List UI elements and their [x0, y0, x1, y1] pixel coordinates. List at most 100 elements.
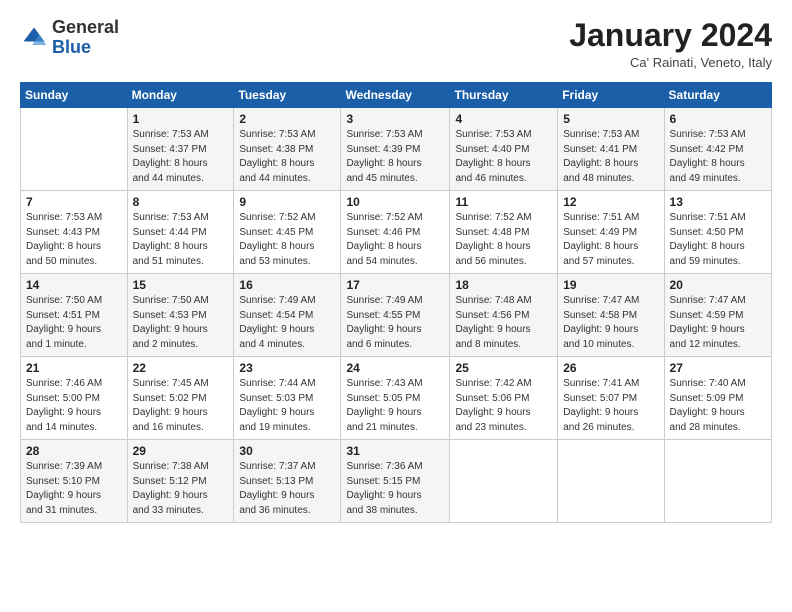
calendar-day-cell — [450, 440, 558, 523]
day-number: 22 — [133, 361, 229, 375]
weekday-header-cell: Saturday — [664, 83, 771, 108]
calendar-day-cell — [21, 108, 128, 191]
day-info: Sunrise: 7:52 AMSunset: 4:48 PMDaylight:… — [455, 211, 552, 269]
day-info: Sunrise: 7:52 AMSunset: 4:46 PMDaylight:… — [346, 211, 444, 269]
calendar-week-row: 1 Sunrise: 7:53 AMSunset: 4:37 PMDaylight… — [21, 108, 772, 191]
day-info: Sunrise: 7:48 AMSunset: 4:56 PMDaylight:… — [455, 294, 552, 352]
day-number: 5 — [563, 112, 658, 126]
day-info: Sunrise: 7:49 AMSunset: 4:54 PMDaylight:… — [239, 294, 335, 352]
day-info: Sunrise: 7:39 AMSunset: 5:10 PMDaylight:… — [26, 460, 122, 518]
calendar-day-cell: 31Sunrise: 7:36 AMSunset: 5:15 PMDayligh… — [341, 440, 450, 523]
day-number: 8 — [133, 195, 229, 209]
day-number: 3 — [346, 112, 444, 126]
day-number: 1 — [133, 112, 229, 126]
calendar-day-cell: 21 Sunrise: 7:46 AMSunset: 5:00 PMDayligh… — [21, 357, 128, 440]
calendar-day-cell: 11 Sunrise: 7:52 AMSunset: 4:48 PMDayligh… — [450, 191, 558, 274]
day-info: Sunrise: 7:44 AMSunset: 5:03 PMDaylight:… — [239, 377, 335, 435]
calendar-day-cell: 24Sunrise: 7:43 AMSunset: 5:05 PMDayligh… — [341, 357, 450, 440]
calendar-day-cell: 4 Sunrise: 7:53 AMSunset: 4:40 PMDaylight… — [450, 108, 558, 191]
day-info: Sunrise: 7:37 AMSunset: 5:13 PMDaylight:… — [239, 460, 335, 518]
calendar-day-cell: 12 Sunrise: 7:51 AMSunset: 4:49 PMDayligh… — [558, 191, 664, 274]
calendar-body: 1 Sunrise: 7:53 AMSunset: 4:37 PMDaylight… — [21, 108, 772, 523]
logo: General Blue — [20, 18, 119, 58]
day-number: 19 — [563, 278, 658, 292]
calendar-day-cell: 6 Sunrise: 7:53 AMSunset: 4:42 PMDaylight… — [664, 108, 771, 191]
day-number: 11 — [455, 195, 552, 209]
calendar-header: SundayMondayTuesdayWednesdayThursdayFrid… — [21, 83, 772, 108]
weekday-header-cell: Wednesday — [341, 83, 450, 108]
calendar-day-cell — [664, 440, 771, 523]
day-info: Sunrise: 7:40 AMSunset: 5:09 PMDaylight:… — [670, 377, 766, 435]
weekday-header-cell: Monday — [127, 83, 234, 108]
day-number: 7 — [26, 195, 122, 209]
day-info: Sunrise: 7:52 AMSunset: 4:45 PMDaylight:… — [239, 211, 335, 269]
day-number: 30 — [239, 444, 335, 458]
day-number: 17 — [346, 278, 444, 292]
calendar-day-cell: 18 Sunrise: 7:48 AMSunset: 4:56 PMDayligh… — [450, 274, 558, 357]
day-number: 14 — [26, 278, 122, 292]
day-info: Sunrise: 7:51 AMSunset: 4:49 PMDaylight:… — [563, 211, 658, 269]
day-number: 6 — [670, 112, 766, 126]
day-info: Sunrise: 7:53 AMSunset: 4:44 PMDaylight:… — [133, 211, 229, 269]
title-block: January 2024 Ca' Rainati, Veneto, Italy — [569, 18, 772, 70]
day-info: Sunrise: 7:53 AMSunset: 4:37 PMDaylight:… — [133, 128, 229, 186]
calendar-day-cell: 29 Sunrise: 7:38 AMSunset: 5:12 PMDayligh… — [127, 440, 234, 523]
day-info: Sunrise: 7:50 AMSunset: 4:53 PMDaylight:… — [133, 294, 229, 352]
day-number: 21 — [26, 361, 122, 375]
day-info: Sunrise: 7:38 AMSunset: 5:12 PMDaylight:… — [133, 460, 229, 518]
calendar-day-cell: 16 Sunrise: 7:49 AMSunset: 4:54 PMDayligh… — [234, 274, 341, 357]
day-info: Sunrise: 7:47 AMSunset: 4:58 PMDaylight:… — [563, 294, 658, 352]
day-number: 26 — [563, 361, 658, 375]
day-info: Sunrise: 7:53 AMSunset: 4:43 PMDaylight:… — [26, 211, 122, 269]
day-info: Sunrise: 7:53 AMSunset: 4:42 PMDaylight:… — [670, 128, 766, 186]
weekday-header-cell: Sunday — [21, 83, 128, 108]
page: General Blue January 2024 Ca' Rainati, V… — [0, 0, 792, 612]
calendar-day-cell: 22 Sunrise: 7:45 AMSunset: 5:02 PMDayligh… — [127, 357, 234, 440]
logo-blue-text: Blue — [52, 37, 91, 57]
day-number: 27 — [670, 361, 766, 375]
calendar-week-row: 14 Sunrise: 7:50 AMSunset: 4:51 PMDayligh… — [21, 274, 772, 357]
day-number: 20 — [670, 278, 766, 292]
day-info: Sunrise: 7:45 AMSunset: 5:02 PMDaylight:… — [133, 377, 229, 435]
calendar-day-cell: 17Sunrise: 7:49 AMSunset: 4:55 PMDayligh… — [341, 274, 450, 357]
day-info: Sunrise: 7:46 AMSunset: 5:00 PMDaylight:… — [26, 377, 122, 435]
calendar-week-row: 21 Sunrise: 7:46 AMSunset: 5:00 PMDayligh… — [21, 357, 772, 440]
month-title: January 2024 — [569, 18, 772, 53]
day-number: 15 — [133, 278, 229, 292]
day-info: Sunrise: 7:42 AMSunset: 5:06 PMDaylight:… — [455, 377, 552, 435]
day-info: Sunrise: 7:51 AMSunset: 4:50 PMDaylight:… — [670, 211, 766, 269]
calendar-day-cell: 19 Sunrise: 7:47 AMSunset: 4:58 PMDayligh… — [558, 274, 664, 357]
day-number: 12 — [563, 195, 658, 209]
day-number: 10 — [346, 195, 444, 209]
calendar-table: SundayMondayTuesdayWednesdayThursdayFrid… — [20, 82, 772, 523]
calendar-day-cell: 27 Sunrise: 7:40 AMSunset: 5:09 PMDayligh… — [664, 357, 771, 440]
day-number: 29 — [133, 444, 229, 458]
calendar-day-cell: 9Sunrise: 7:52 AMSunset: 4:45 PMDaylight… — [234, 191, 341, 274]
calendar-day-cell: 3Sunrise: 7:53 AMSunset: 4:39 PMDaylight… — [341, 108, 450, 191]
calendar-day-cell: 13Sunrise: 7:51 AMSunset: 4:50 PMDayligh… — [664, 191, 771, 274]
day-info: Sunrise: 7:53 AMSunset: 4:41 PMDaylight:… — [563, 128, 658, 186]
day-number: 4 — [455, 112, 552, 126]
day-info: Sunrise: 7:47 AMSunset: 4:59 PMDaylight:… — [670, 294, 766, 352]
weekday-header-cell: Friday — [558, 83, 664, 108]
calendar-week-row: 28 Sunrise: 7:39 AMSunset: 5:10 PMDayligh… — [21, 440, 772, 523]
day-number: 2 — [239, 112, 335, 126]
logo-icon — [20, 24, 48, 52]
day-number: 28 — [26, 444, 122, 458]
calendar-day-cell: 23 Sunrise: 7:44 AMSunset: 5:03 PMDayligh… — [234, 357, 341, 440]
day-info: Sunrise: 7:53 AMSunset: 4:40 PMDaylight:… — [455, 128, 552, 186]
day-number: 31 — [346, 444, 444, 458]
location-subtitle: Ca' Rainati, Veneto, Italy — [569, 55, 772, 70]
calendar-day-cell: 7 Sunrise: 7:53 AMSunset: 4:43 PMDaylight… — [21, 191, 128, 274]
calendar-day-cell: 15 Sunrise: 7:50 AMSunset: 4:53 PMDayligh… — [127, 274, 234, 357]
weekday-header-cell: Tuesday — [234, 83, 341, 108]
day-number: 23 — [239, 361, 335, 375]
day-number: 16 — [239, 278, 335, 292]
calendar-day-cell: 1 Sunrise: 7:53 AMSunset: 4:37 PMDaylight… — [127, 108, 234, 191]
calendar-day-cell: 8 Sunrise: 7:53 AMSunset: 4:44 PMDaylight… — [127, 191, 234, 274]
day-number: 18 — [455, 278, 552, 292]
logo-general-text: General — [52, 17, 119, 37]
weekday-header-cell: Thursday — [450, 83, 558, 108]
day-info: Sunrise: 7:50 AMSunset: 4:51 PMDaylight:… — [26, 294, 122, 352]
day-info: Sunrise: 7:53 AMSunset: 4:38 PMDaylight:… — [239, 128, 335, 186]
